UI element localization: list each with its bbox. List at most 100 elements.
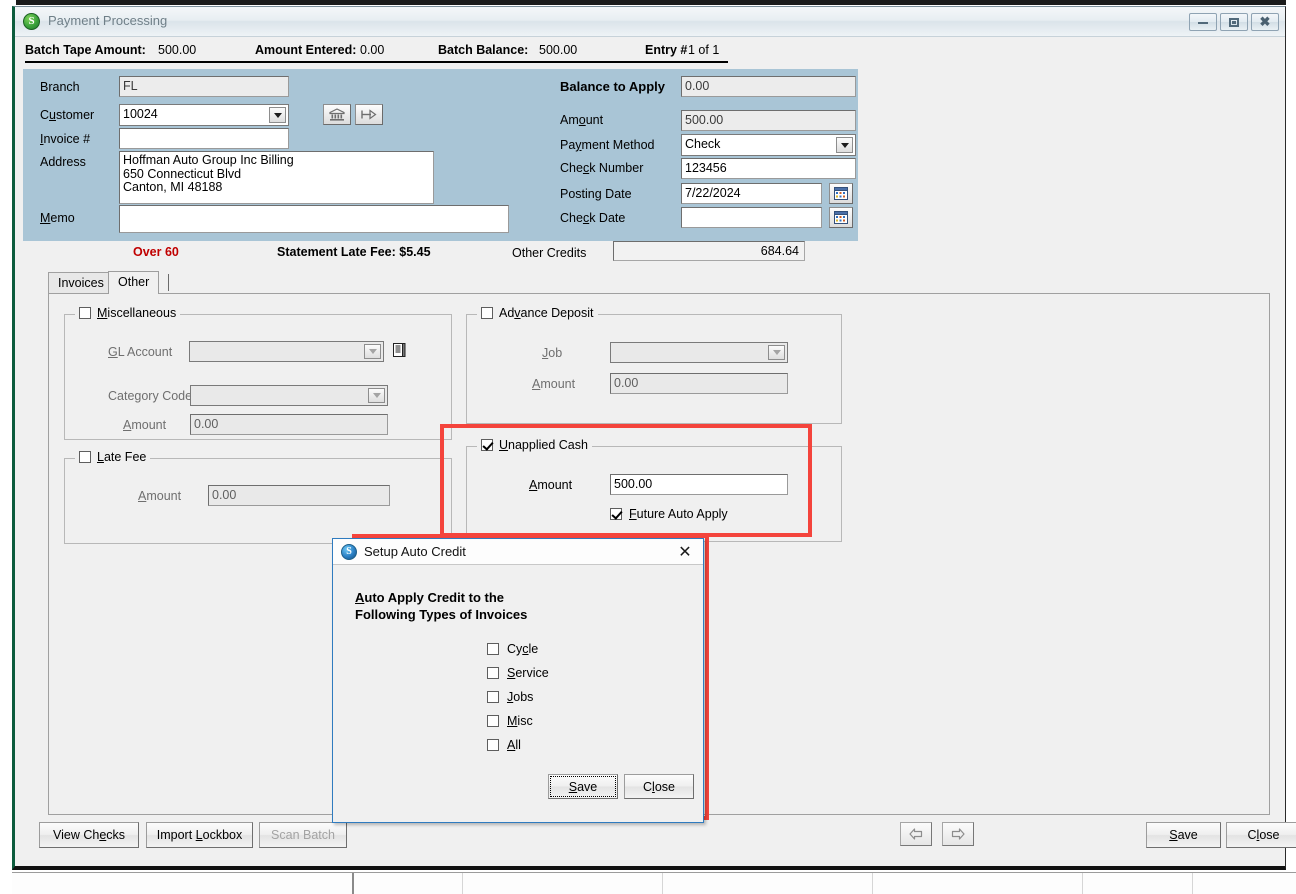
tab-invoices[interactable]: Invoices bbox=[48, 272, 114, 293]
advance-deposit-amount-label: Amount bbox=[532, 377, 576, 391]
ledger-lookup-icon bbox=[393, 343, 406, 357]
batch-summary-bar: Batch Tape Amount: 500.00 Amount Entered… bbox=[15, 38, 1285, 62]
check-number-label: Check Number bbox=[560, 161, 644, 175]
view-checks-button[interactable]: View Checks bbox=[39, 822, 139, 848]
future-auto-apply-checkbox[interactable] bbox=[610, 508, 622, 520]
check-date-calendar-button[interactable] bbox=[829, 207, 853, 228]
balance-to-apply-field: 0.00 bbox=[681, 76, 856, 97]
jobs-checkbox[interactable] bbox=[487, 691, 499, 703]
tab-other[interactable]: Other bbox=[108, 271, 160, 294]
misc-amount-label: Amount bbox=[123, 418, 167, 432]
batch-balance-label: Batch Balance: bbox=[438, 43, 529, 57]
gl-account-lookup-button[interactable] bbox=[388, 339, 410, 361]
batch-tape-amount-value: 500.00 bbox=[158, 43, 197, 57]
dialog-title: Setup Auto Credit bbox=[364, 544, 466, 559]
import-lockbox-button[interactable]: Import Lockbox bbox=[146, 822, 253, 848]
app-s-icon: S bbox=[23, 13, 40, 30]
previous-entry-button[interactable] bbox=[900, 822, 932, 846]
service-checkbox[interactable] bbox=[487, 667, 499, 679]
scan-batch-button: Scan Batch bbox=[259, 822, 347, 848]
dialog-heading: Auto Apply Credit to the Following Types … bbox=[355, 590, 528, 622]
invoice-number-field[interactable] bbox=[119, 128, 289, 149]
late-fee-checkbox[interactable] bbox=[79, 451, 91, 463]
dialog-save-button[interactable]: Save bbox=[548, 774, 618, 799]
late-fee-group-title[interactable]: Late Fee bbox=[75, 450, 151, 464]
maximize-button[interactable] bbox=[1220, 13, 1248, 31]
payment-amount-field[interactable]: 500.00 bbox=[681, 110, 856, 131]
check-number-field[interactable]: 123456 bbox=[681, 158, 856, 179]
minimize-button[interactable] bbox=[1189, 13, 1217, 31]
batch-tape-amount-label: Batch Tape Amount: bbox=[25, 43, 146, 57]
memo-field[interactable] bbox=[119, 205, 509, 233]
check-date-field[interactable] bbox=[681, 207, 822, 228]
option-cycle[interactable]: Cycle bbox=[487, 642, 538, 656]
chevron-down-icon[interactable] bbox=[368, 388, 385, 403]
category-code-combo[interactable] bbox=[190, 385, 388, 406]
tab-caret bbox=[168, 274, 169, 291]
entry-number-label: Entry # bbox=[645, 43, 688, 57]
posting-date-label: Posting Date bbox=[560, 187, 632, 201]
batch-balance-value: 500.00 bbox=[539, 43, 578, 57]
tab-other-label: Other bbox=[118, 275, 150, 289]
arrow-left-icon bbox=[909, 828, 923, 840]
memo-label: Memo bbox=[40, 211, 75, 225]
unapplied-cash-group-title[interactable]: Unapplied Cash bbox=[477, 438, 592, 452]
statement-late-fee: Statement Late Fee: $5.45 bbox=[277, 245, 431, 259]
desktop-right-edge bbox=[1286, 0, 1296, 894]
dialog-close-button[interactable]: Close bbox=[624, 774, 694, 799]
misc-amount-field[interactable]: 0.00 bbox=[190, 414, 388, 435]
posting-date-field[interactable]: 7/22/2024 bbox=[681, 183, 822, 204]
cycle-checkbox[interactable] bbox=[487, 643, 499, 655]
miscellaneous-group-title[interactable]: Miscellaneous bbox=[75, 306, 181, 320]
customer-combo[interactable]: 10024 bbox=[119, 104, 289, 126]
payment-amount-label: Amount bbox=[560, 113, 604, 127]
advance-deposit-checkbox[interactable] bbox=[481, 307, 493, 319]
chevron-down-icon[interactable] bbox=[269, 107, 286, 123]
option-jobs[interactable]: Jobs bbox=[487, 690, 533, 704]
calendar-icon bbox=[834, 187, 848, 200]
branch-field[interactable]: FL bbox=[119, 76, 289, 97]
next-entry-button[interactable] bbox=[942, 822, 974, 846]
chevron-down-icon[interactable] bbox=[364, 344, 381, 359]
window-titlebar: S Payment Processing ✖ bbox=[15, 7, 1285, 37]
advance-deposit-group-title[interactable]: Advance Deposit bbox=[477, 306, 598, 320]
late-fee-amount-field[interactable]: 0.00 bbox=[208, 485, 390, 506]
other-credits-label: Other Credits bbox=[512, 246, 587, 260]
arrow-to-right-icon bbox=[361, 109, 377, 120]
chevron-down-icon[interactable] bbox=[768, 345, 785, 360]
address-label: Address bbox=[40, 155, 86, 169]
all-checkbox[interactable] bbox=[487, 739, 499, 751]
category-code-label: Category Code bbox=[108, 389, 193, 403]
option-misc[interactable]: Misc bbox=[487, 714, 533, 728]
scan-batch-label: Scan Batch bbox=[271, 828, 335, 842]
unapplied-cash-amount-field[interactable]: 500.00 bbox=[610, 474, 788, 495]
late-fee-amount-label: Amount bbox=[138, 489, 182, 503]
dialog-titlebar: S Setup Auto Credit ✕ bbox=[333, 539, 703, 565]
posting-date-calendar-button[interactable] bbox=[829, 183, 853, 204]
gl-account-combo[interactable] bbox=[189, 341, 384, 362]
miscellaneous-checkbox[interactable] bbox=[79, 307, 91, 319]
future-auto-apply-row[interactable]: Future Auto Apply bbox=[610, 507, 728, 521]
option-service[interactable]: Service bbox=[487, 666, 549, 680]
setup-auto-credit-dialog: S Setup Auto Credit ✕ Auto Apply Credit … bbox=[332, 538, 704, 823]
close-button[interactable]: ✖ bbox=[1251, 13, 1279, 31]
close-button-footer[interactable]: Close bbox=[1226, 822, 1296, 848]
header-divider bbox=[25, 61, 728, 63]
advance-deposit-amount-field[interactable]: 0.00 bbox=[610, 373, 788, 394]
tab-invoices-label: Invoices bbox=[58, 276, 104, 290]
gl-account-label: GL Account bbox=[108, 345, 173, 359]
address-field[interactable]: Hoffman Auto Group Inc Billing 650 Conne… bbox=[119, 151, 434, 204]
chevron-down-icon[interactable] bbox=[836, 137, 853, 153]
payment-method-combo[interactable]: Check bbox=[681, 134, 856, 156]
dialog-close-icon[interactable]: ✕ bbox=[673, 542, 697, 562]
customer-lookup-button[interactable] bbox=[323, 104, 351, 125]
customer-goto-button[interactable] bbox=[355, 104, 383, 125]
customer-value: 10024 bbox=[123, 107, 158, 121]
misc-checkbox[interactable] bbox=[487, 715, 499, 727]
option-all[interactable]: All bbox=[487, 738, 521, 752]
job-combo[interactable] bbox=[610, 342, 788, 363]
save-button[interactable]: Save bbox=[1146, 822, 1221, 848]
arrow-right-icon bbox=[951, 828, 965, 840]
window-title: Payment Processing bbox=[48, 13, 168, 28]
unapplied-cash-checkbox[interactable] bbox=[481, 439, 493, 451]
